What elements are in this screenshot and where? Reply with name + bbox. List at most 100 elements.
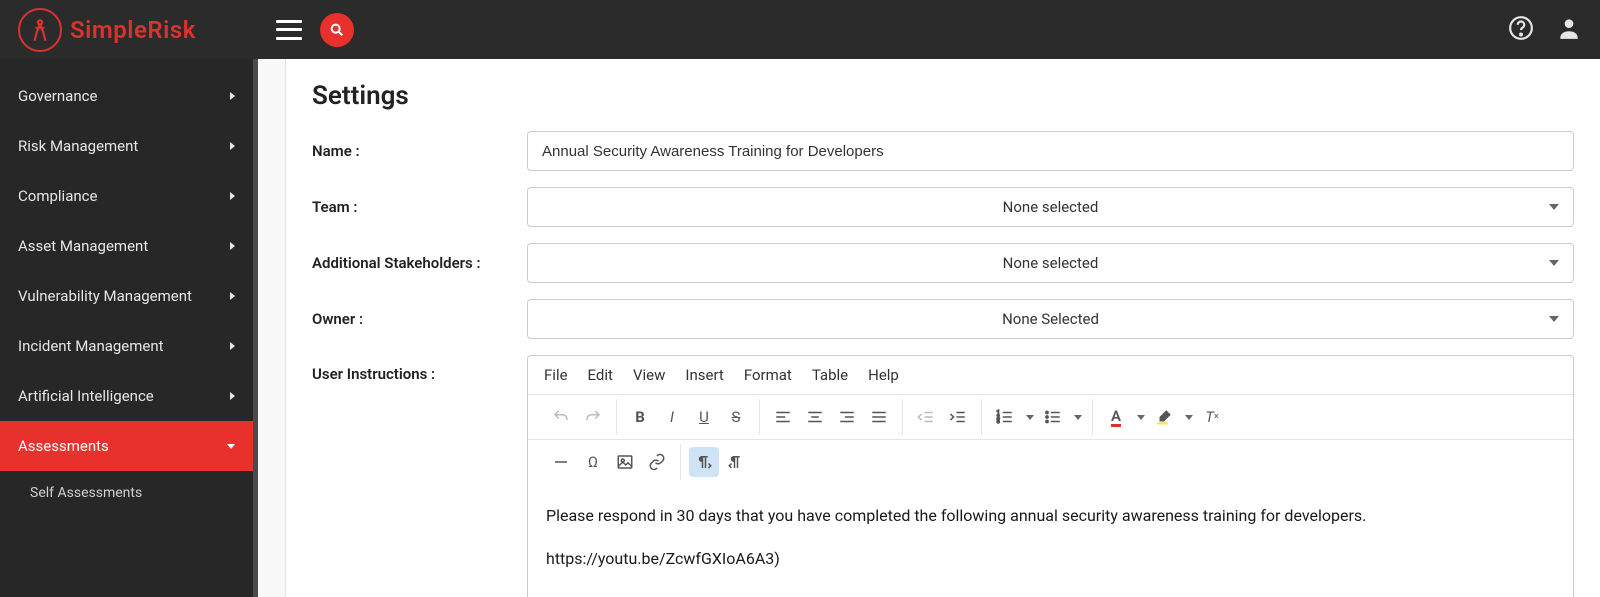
field-label: Additional Stakeholders : — [312, 254, 507, 272]
clear-formatting-button[interactable]: T× — [1197, 402, 1227, 432]
sidebar-item-compliance[interactable]: Compliance — [0, 171, 253, 221]
field-label: Name : — [312, 142, 507, 160]
sidebar-item-label: Compliance — [18, 187, 97, 205]
editor-paragraph: Please respond in 30 days that you have … — [546, 502, 1555, 531]
svg-text:3: 3 — [997, 419, 1000, 425]
chevron-right-icon — [230, 92, 235, 100]
chevron-right-icon — [230, 242, 235, 250]
text-color-dropdown[interactable] — [1133, 402, 1147, 432]
sidebar-subitem-self-assessments[interactable]: Self Assessments — [0, 471, 253, 515]
bold-button[interactable]: B — [625, 402, 655, 432]
sidebar-item-risk-management[interactable]: Risk Management — [0, 121, 253, 171]
search-button[interactable] — [320, 13, 354, 47]
indent-button[interactable] — [943, 402, 973, 432]
content: Settings Name : Team : None selected Add… — [258, 59, 1600, 597]
field-label: Team : — [312, 198, 507, 216]
align-right-button[interactable] — [832, 402, 862, 432]
top-actions-left — [276, 13, 354, 47]
sidebar-item-label: Vulnerability Management — [18, 287, 192, 305]
field-instructions: User Instructions : File Edit View Inser… — [312, 355, 1574, 597]
menu-toggle-button[interactable] — [276, 20, 302, 40]
menu-insert[interactable]: Insert — [685, 366, 723, 384]
select-value: None Selected — [1002, 310, 1099, 328]
align-justify-button[interactable] — [864, 402, 894, 432]
italic-button[interactable]: I — [657, 402, 687, 432]
top-right — [1508, 15, 1582, 45]
logo-text: SimpleRisk — [70, 16, 196, 44]
chevron-down-icon — [1549, 316, 1559, 322]
chevron-right-icon — [230, 292, 235, 300]
chevron-down-icon — [1549, 260, 1559, 266]
chevron-down-icon — [1549, 204, 1559, 210]
sidebar-item-vulnerability-management[interactable]: Vulnerability Management — [0, 271, 253, 321]
field-name: Name : — [312, 131, 1574, 171]
content-body: Settings Name : Team : None selected Add… — [286, 59, 1600, 597]
page-title: Settings — [312, 81, 1574, 111]
sidebar-item-label: Artificial Intelligence — [18, 387, 154, 405]
sidebar-item-label: Governance — [18, 87, 97, 105]
field-owner: Owner : None Selected — [312, 299, 1574, 339]
select-value: None selected — [1003, 198, 1099, 216]
underline-button[interactable]: U — [689, 402, 719, 432]
sidebar-subitem-label: Self Assessments — [30, 485, 142, 501]
menu-table[interactable]: Table — [812, 366, 848, 384]
menu-view[interactable]: View — [633, 366, 665, 384]
sidebar-item-label: Assessments — [18, 437, 109, 455]
ltr-button[interactable] — [689, 447, 719, 477]
stakeholders-select[interactable]: None selected — [527, 243, 1574, 283]
sidebar-item-asset-management[interactable]: Asset Management — [0, 221, 253, 271]
select-value: None selected — [1003, 254, 1099, 272]
bullet-list-dropdown[interactable] — [1070, 402, 1084, 432]
highlight-dropdown[interactable] — [1181, 402, 1195, 432]
content-gutter — [258, 59, 286, 597]
special-char-button[interactable]: Ω — [578, 447, 608, 477]
sidebar: Governance Risk Management Compliance As… — [0, 59, 258, 597]
sidebar-item-incident-management[interactable]: Incident Management — [0, 321, 253, 371]
numbered-list-dropdown[interactable] — [1022, 402, 1036, 432]
chevron-right-icon — [230, 342, 235, 350]
team-select[interactable]: None selected — [527, 187, 1574, 227]
sidebar-item-governance[interactable]: Governance — [0, 71, 253, 121]
menu-help[interactable]: Help — [868, 366, 899, 384]
editor-toolbar-row2: Ω — [528, 439, 1573, 484]
field-label: User Instructions : — [312, 355, 507, 383]
sidebar-item-label: Asset Management — [18, 237, 148, 255]
redo-button[interactable] — [578, 402, 608, 432]
field-stakeholders: Additional Stakeholders : None selected — [312, 243, 1574, 283]
name-input[interactable] — [527, 131, 1574, 171]
align-left-button[interactable] — [768, 402, 798, 432]
editor-content[interactable]: Please respond in 30 days that you have … — [528, 484, 1573, 597]
link-button[interactable] — [642, 447, 672, 477]
owner-select[interactable]: None Selected — [527, 299, 1574, 339]
sidebar-item-label: Risk Management — [18, 137, 138, 155]
help-button[interactable] — [1508, 15, 1534, 45]
logo[interactable]: SimpleRisk — [18, 8, 258, 52]
highlight-button[interactable] — [1149, 402, 1179, 432]
sidebar-item-artificial-intelligence[interactable]: Artificial Intelligence — [0, 371, 253, 421]
undo-button[interactable] — [546, 402, 576, 432]
chevron-right-icon — [230, 392, 235, 400]
bullet-list-button[interactable] — [1038, 402, 1068, 432]
editor-toolbar-row1: B I U S — [528, 394, 1573, 439]
menu-format[interactable]: Format — [744, 366, 792, 384]
strikethrough-button[interactable]: S — [721, 402, 751, 432]
menu-edit[interactable]: Edit — [588, 366, 613, 384]
user-menu-button[interactable] — [1556, 15, 1582, 45]
text-color-button[interactable]: A — [1101, 402, 1131, 432]
chevron-right-icon — [230, 142, 235, 150]
chevron-right-icon — [230, 192, 235, 200]
field-team: Team : None selected — [312, 187, 1574, 227]
rtl-button[interactable] — [721, 447, 751, 477]
topbar: SimpleRisk — [0, 0, 1600, 59]
image-button[interactable] — [610, 447, 640, 477]
sidebar-item-assessments[interactable]: Assessments — [0, 421, 253, 471]
editor-paragraph: https://youtu.be/ZcwfGXIoA6A3) — [546, 545, 1555, 574]
menu-file[interactable]: File — [544, 366, 568, 384]
align-center-button[interactable] — [800, 402, 830, 432]
chevron-down-icon — [227, 444, 235, 449]
numbered-list-button[interactable]: 123 — [990, 402, 1020, 432]
logo-icon — [18, 8, 62, 52]
horizontal-rule-button[interactable] — [546, 447, 576, 477]
rich-text-editor: File Edit View Insert Format Table Help — [527, 355, 1574, 597]
outdent-button[interactable] — [911, 402, 941, 432]
